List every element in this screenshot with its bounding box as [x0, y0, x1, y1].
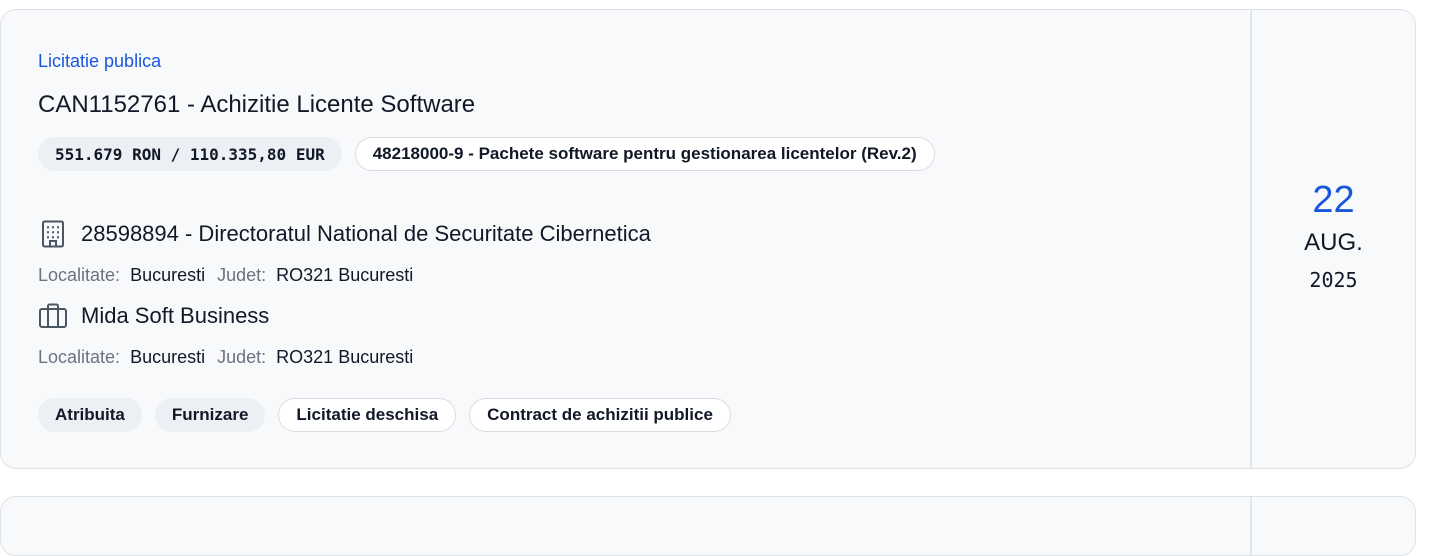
supplier-name[interactable]: Mida Soft Business [81, 302, 269, 330]
contract-category-tag: Contract de achizitii publice [469, 398, 731, 432]
value-badge: 551.679 RON / 110.335,80 EUR [38, 137, 342, 171]
building-icon [38, 219, 68, 249]
localitate-value: Bucuresti [130, 265, 206, 285]
card-divider [1250, 497, 1252, 555]
supplier-row: Mida Soft Business [38, 301, 269, 331]
date-month: AUG. [1304, 229, 1363, 256]
tag-row: Atribuita Furnizare Licitatie deschisa C… [38, 398, 731, 432]
judet-value: RO321 Bucuresti [276, 347, 414, 367]
tender-main: Licitatie publica CAN1152761 - Achizitie… [38, 10, 1245, 468]
authority-row: 28598894 - Directoratul National de Secu… [38, 219, 651, 249]
procedure-type-link[interactable]: Licitatie publica [38, 50, 161, 72]
localitate-label: Localitate: [38, 347, 121, 367]
value-cpv-row: 551.679 RON / 110.335,80 EUR 48218000-9 … [38, 137, 935, 171]
authority-name[interactable]: 28598894 - Directoratul National de Secu… [81, 220, 651, 248]
date-day: 22 [1312, 179, 1355, 221]
contract-type-tag: Furnizare [154, 398, 266, 432]
date-year: 2025 [1309, 268, 1358, 292]
authority-location: Localitate: Bucuresti Judet: RO321 Bucurest… [38, 264, 425, 286]
cpv-badge[interactable]: 48218000-9 - Pachete software pentru ges… [354, 137, 935, 171]
judet-label: Judet: [217, 265, 267, 285]
briefcase-icon [38, 301, 68, 331]
status-tag: Atribuita [38, 398, 142, 432]
judet-value: RO321 Bucuresti [276, 265, 414, 285]
judet-label: Judet: [217, 347, 267, 367]
tender-title[interactable]: CAN1152761 - Achizitie Licente Software [38, 90, 475, 120]
localitate-value: Bucuresti [130, 347, 206, 367]
procedure-tag: Licitatie deschisa [278, 398, 457, 432]
date-column: 22 AUG. 2025 [1252, 10, 1415, 468]
tender-card[interactable]: Licitatie publica CAN1152761 - Achizitie… [0, 9, 1416, 469]
supplier-location: Localitate: Bucuresti Judet: RO321 Bucurest… [38, 346, 425, 368]
next-tender-card[interactable] [0, 496, 1416, 556]
localitate-label: Localitate: [38, 265, 121, 285]
